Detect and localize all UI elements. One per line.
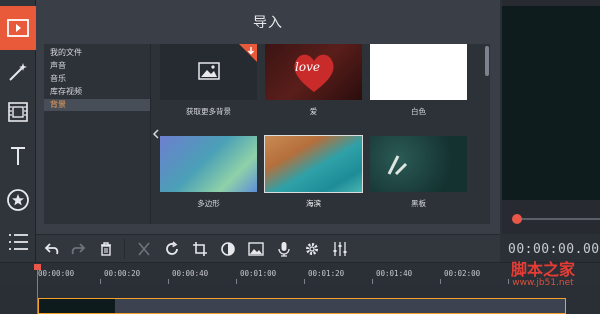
- tile-love[interactable]: love: [265, 44, 362, 100]
- tile-label-love: 爱: [309, 107, 318, 116]
- cut-icon: [138, 242, 150, 256]
- preview-panel: [502, 0, 600, 234]
- undo-icon: [44, 243, 59, 255]
- equalizer-icon: [333, 242, 347, 256]
- text-icon: [11, 147, 25, 165]
- chalk-icon: [387, 155, 408, 176]
- delete-button[interactable]: [96, 239, 116, 259]
- color-adjust-icon: [221, 242, 235, 256]
- record-voice-button[interactable]: [274, 239, 294, 259]
- panel-title: 导入: [253, 15, 283, 31]
- image-icon: [248, 242, 264, 256]
- watermark-url-text: www.jb51.net: [512, 278, 574, 288]
- title-tool-button[interactable]: [0, 134, 36, 178]
- clip-thumbnail: [39, 299, 115, 313]
- folder-item-backgrounds[interactable]: 背景: [44, 99, 150, 111]
- image-placeholder-icon: [198, 62, 220, 80]
- tile-label-polygon: 多边形: [197, 199, 220, 208]
- tick-label: 00:00:40: [172, 269, 209, 278]
- star-circle-icon: [7, 189, 29, 211]
- preview-timecode: 00:00:00.00: [508, 242, 600, 257]
- undo-button[interactable]: [42, 239, 62, 259]
- grid-scrollbar[interactable]: [485, 46, 489, 76]
- magic-tool-button[interactable]: [0, 50, 36, 94]
- love-thumb-text: love: [295, 60, 320, 74]
- magic-wand-icon: [9, 63, 27, 81]
- rotate-icon: [166, 241, 178, 255]
- tile-get-more-backgrounds[interactable]: [160, 44, 257, 100]
- collapse-folders-button[interactable]: [150, 44, 160, 224]
- preview-progress-handle[interactable]: [512, 214, 522, 224]
- watermark-main-text: 脚本之家: [510, 260, 575, 279]
- preview-progress-track[interactable]: [514, 218, 600, 220]
- chevron-left-icon: [152, 129, 159, 139]
- filmstrip-tool-button[interactable]: [0, 90, 36, 134]
- mic-icon: [278, 242, 290, 257]
- import-panel: 导入 我的文件 声音 音乐 库存视频 背景 获取更多背景 love 爱 白色 多…: [36, 0, 500, 234]
- tick-label: 00:00:20: [104, 269, 141, 278]
- rotate-button[interactable]: [162, 239, 182, 259]
- toolbar-separator: [124, 239, 125, 259]
- tile-label-white: 白色: [411, 107, 426, 116]
- folder-item-music[interactable]: 音乐: [44, 73, 150, 85]
- tool-rail: [0, 0, 36, 262]
- tile-polygon[interactable]: [160, 136, 257, 192]
- edit-toolbar: [36, 234, 500, 262]
- filmstrip-icon: [8, 102, 28, 122]
- import-tool-button[interactable]: [0, 6, 36, 50]
- playhead-line: [37, 268, 38, 314]
- redo-icon: [71, 243, 86, 255]
- timeline-clip[interactable]: [38, 298, 566, 314]
- tile-label-blackboard: 黑板: [411, 199, 426, 208]
- settings-icon: [306, 243, 318, 255]
- tile-beach[interactable]: [264, 135, 363, 193]
- crop-button[interactable]: [190, 239, 210, 259]
- sticker-tool-button[interactable]: [0, 178, 36, 222]
- tile-white[interactable]: [370, 44, 467, 100]
- background-grid: 获取更多背景 love 爱 白色 多边形 海滨 黑板: [160, 44, 490, 224]
- tick-label: 00:01:20: [308, 269, 345, 278]
- folder-item-sounds[interactable]: 声音: [44, 60, 150, 72]
- tile-label-get-more: 获取更多背景: [186, 107, 231, 116]
- download-badge-icon: [239, 44, 257, 62]
- equalizer-button[interactable]: [330, 239, 350, 259]
- image-button[interactable]: [246, 239, 266, 259]
- site-watermark: 脚本之家 www.jb51.net: [488, 256, 598, 296]
- cut-button[interactable]: [134, 239, 154, 259]
- tick-label: 00:01:00: [240, 269, 277, 278]
- more-tools-button[interactable]: [0, 220, 36, 264]
- crop-icon: [193, 242, 207, 256]
- folder-item-stock-video[interactable]: 库存视频: [44, 86, 150, 98]
- redo-button[interactable]: [68, 239, 88, 259]
- folder-item-my-files[interactable]: 我的文件: [44, 47, 150, 59]
- color-adjust-button[interactable]: [218, 239, 238, 259]
- tick-label: 00:01:40: [376, 269, 413, 278]
- preview-screen: [502, 6, 600, 200]
- import-icon: [7, 19, 29, 37]
- tile-blackboard[interactable]: [370, 136, 467, 192]
- tick-label: 00:02:00: [444, 269, 481, 278]
- tick-label: 00:00:00: [38, 269, 75, 278]
- tile-label-beach: 海滨: [306, 199, 321, 208]
- folder-list: 我的文件 声音 音乐 库存视频 背景: [44, 44, 150, 224]
- list-icon: [9, 234, 28, 250]
- settings-button[interactable]: [302, 239, 322, 259]
- delete-icon: [101, 242, 111, 256]
